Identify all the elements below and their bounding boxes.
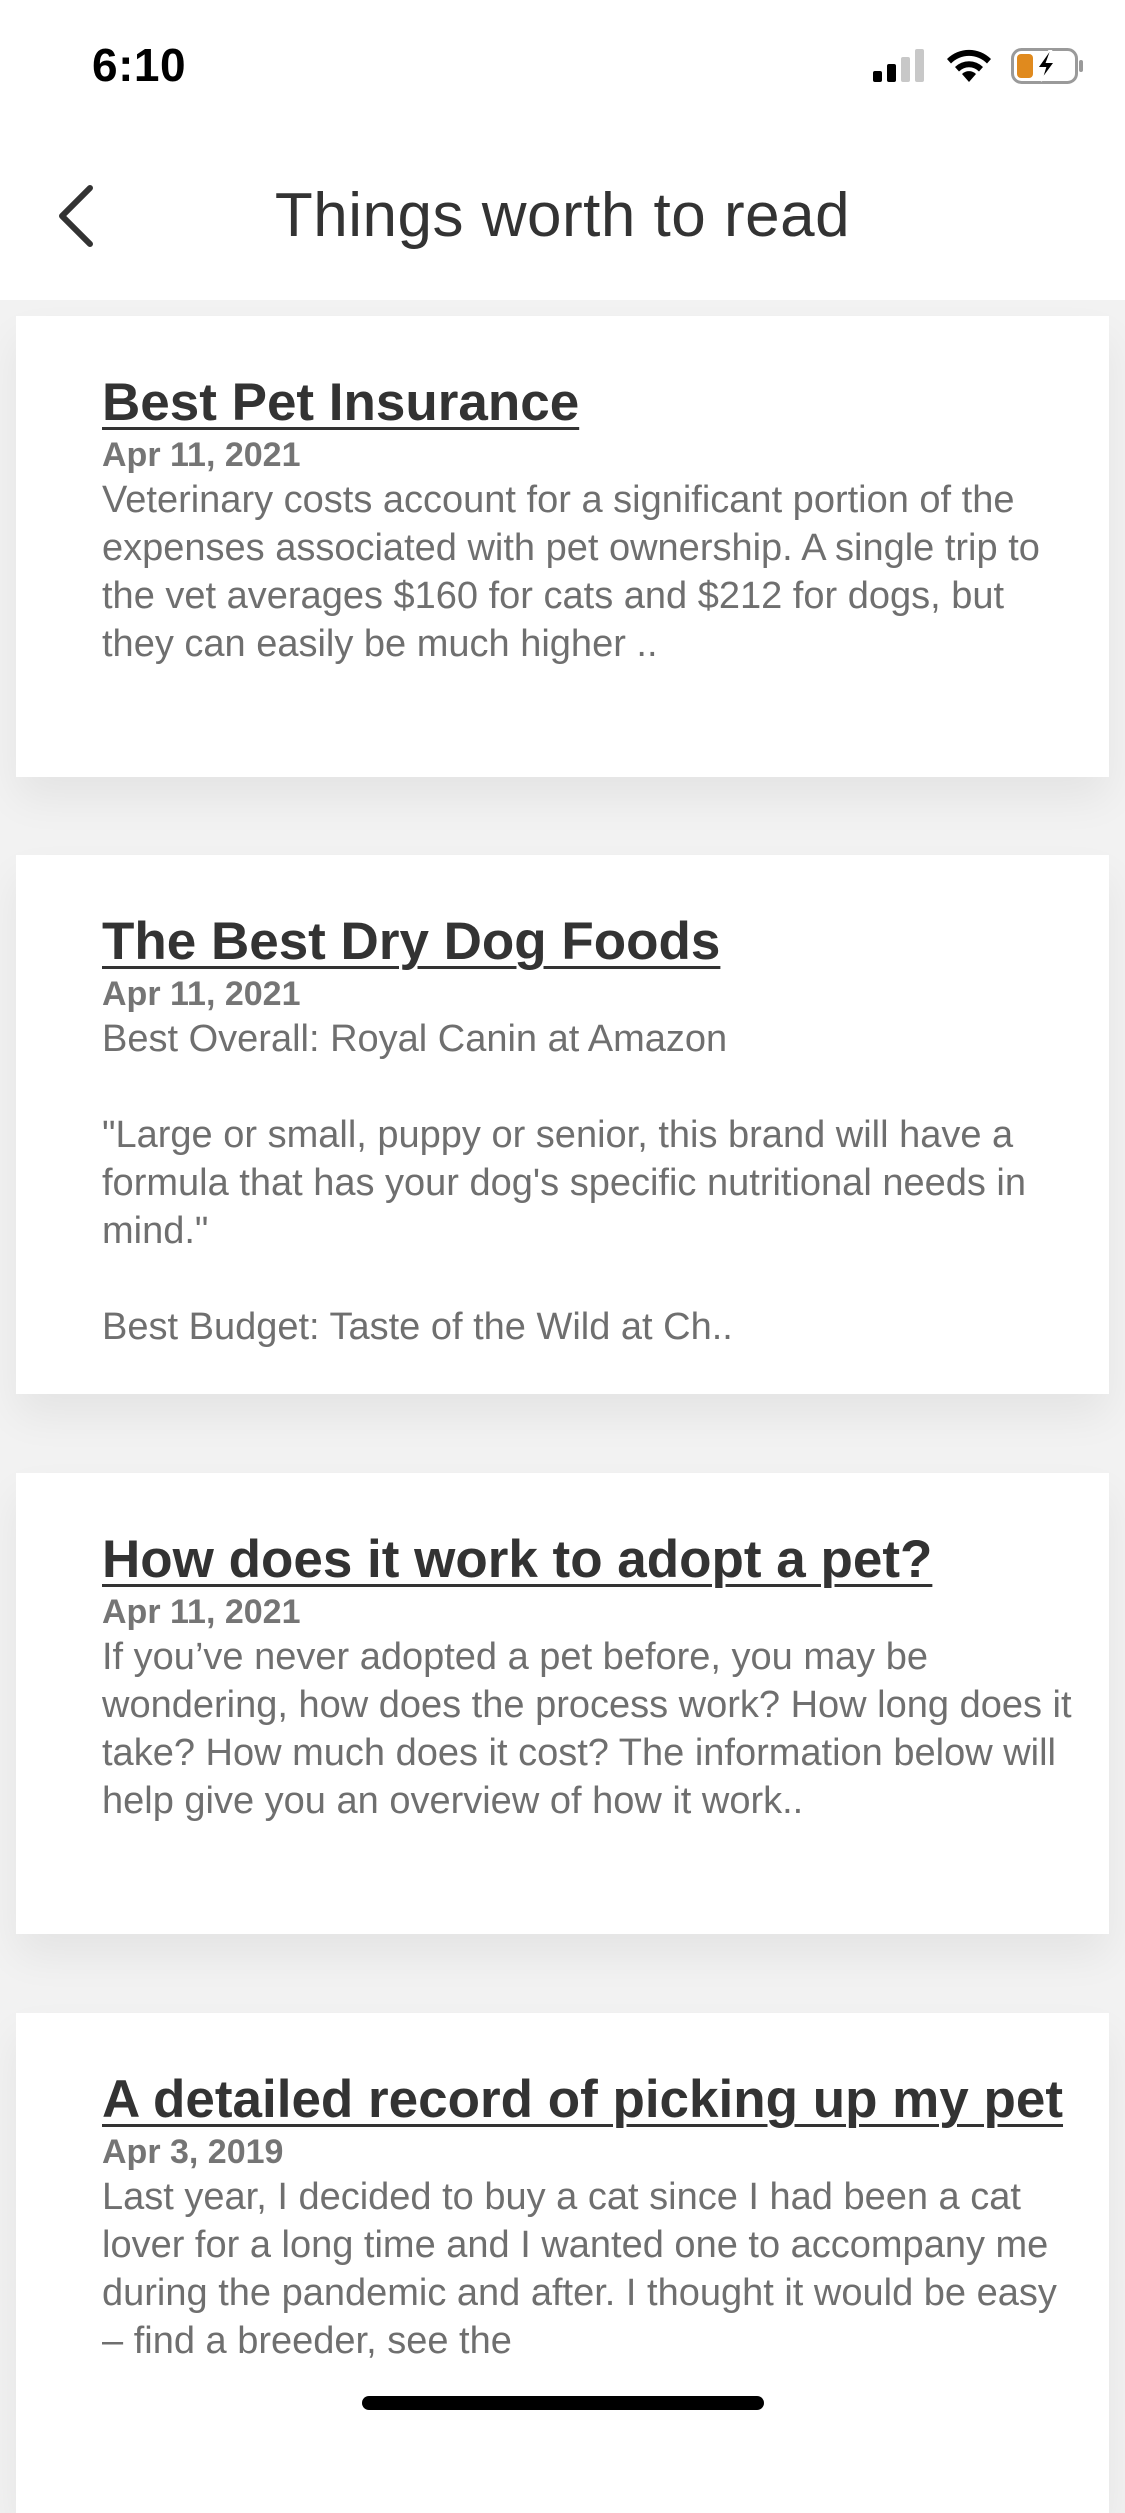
article-title[interactable]: The Best Dry Dog Foods <box>102 911 1073 973</box>
article-card[interactable]: Best Pet Insurance Apr 11, 2021 Veterina… <box>16 316 1109 777</box>
battery-charging-icon <box>1011 48 1085 89</box>
cellular-signal-icon <box>873 49 927 88</box>
article-excerpt: Best Overall: Royal Canin at Amazon "Lar… <box>102 1018 1026 1348</box>
article-title[interactable]: How does it work to adopt a pet? <box>102 1529 1073 1591</box>
page-title: Things worth to read <box>274 181 851 250</box>
article-title[interactable]: Best Pet Insurance <box>102 372 1073 434</box>
article-date: Apr 11, 2021 <box>102 436 301 474</box>
article-card[interactable]: How does it work to adopt a pet? Apr 11,… <box>16 1473 1109 1934</box>
article-card[interactable]: A detailed record of picking up my pet A… <box>16 2013 1109 2513</box>
wifi-icon <box>945 48 993 89</box>
home-indicator[interactable] <box>362 2396 764 2410</box>
article-date: Apr 11, 2021 <box>102 1593 301 1631</box>
status-bar: 6:10 <box>0 0 1125 140</box>
article-date: Apr 11, 2021 <box>102 975 301 1013</box>
article-title[interactable]: A detailed record of picking up my pet <box>102 2069 1073 2131</box>
navigation-bar: Things worth to read <box>0 140 1125 300</box>
status-icons <box>873 48 1085 89</box>
article-excerpt: Veterinary costs account for a significa… <box>102 479 1040 665</box>
article-card[interactable]: The Best Dry Dog Foods Apr 11, 2021 Best… <box>16 855 1109 1394</box>
article-date: Apr 3, 2019 <box>102 2133 284 2171</box>
article-excerpt: If you’ve never adopted a pet before, yo… <box>102 1636 1072 1822</box>
article-excerpt: Last year, I decided to buy a cat since … <box>102 2176 1057 2362</box>
status-time: 6:10 <box>92 39 187 91</box>
